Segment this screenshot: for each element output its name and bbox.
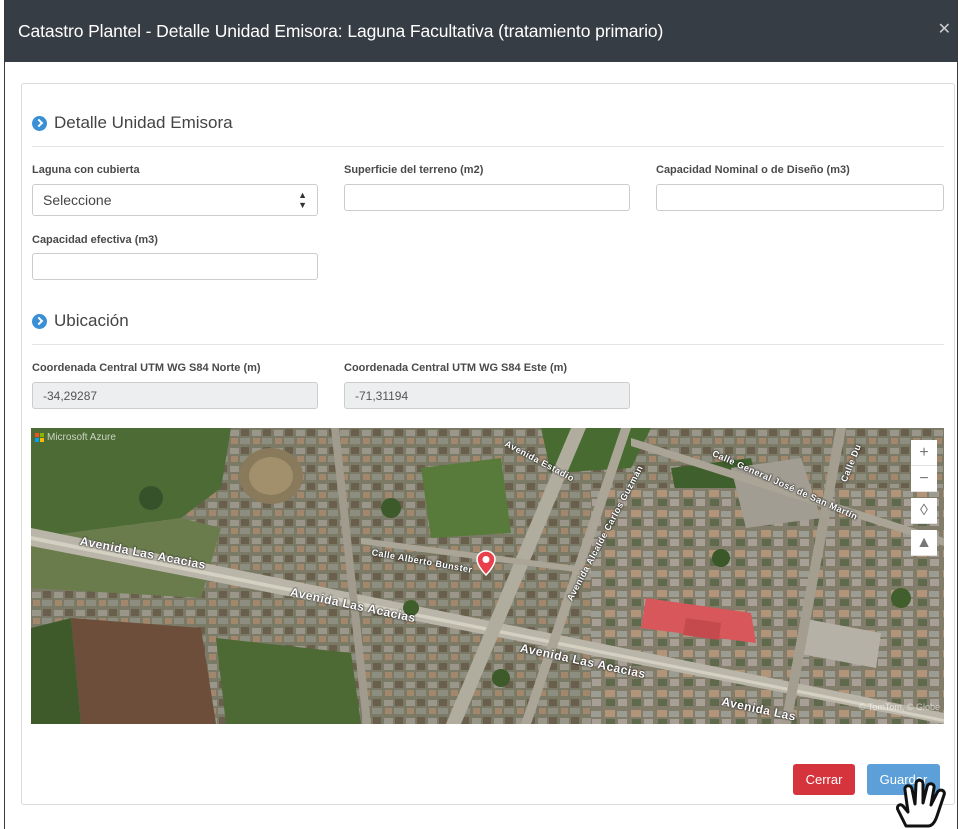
section-title-text: Detalle Unidad Emisora <box>54 113 233 132</box>
close-icon[interactable]: ✕ <box>938 22 951 38</box>
label-superficie: Superficie del terreno (m2) <box>344 164 484 176</box>
capacidad-efectiva-input[interactable] <box>32 253 318 280</box>
label-capacidad-nominal: Capacidad Nominal o de Diseño (m3) <box>656 164 850 176</box>
zoom-in-button[interactable]: + <box>911 440 937 466</box>
form-panel: Detalle Unidad Emisora Laguna con cubier… <box>21 83 955 805</box>
label-capacidad-efectiva: Capacidad efectiva (m3) <box>32 234 158 246</box>
map-brand-text: Microsoft Azure <box>47 432 116 443</box>
label-este: Coordenada Central UTM WG S84 Este (m) <box>344 362 568 374</box>
rotate-compass-button[interactable]: ◊ <box>911 498 937 524</box>
chevron-right-icon <box>32 115 47 131</box>
laguna-cubierta-select[interactable]: Seleccione ▲ ▼ <box>32 184 318 216</box>
divider <box>32 344 944 345</box>
map-brand: Microsoft Azure <box>35 432 116 443</box>
modal-title: Catastro Plantel - Detalle Unidad Emisor… <box>18 20 664 41</box>
modal-header: Catastro Plantel - Detalle Unidad Emisor… <box>5 0 957 62</box>
sort-caret-icon: ▲ ▼ <box>298 190 307 210</box>
section-title-ubicacion: Ubicación <box>32 311 129 331</box>
section-title-text: Ubicación <box>54 311 129 330</box>
map-imagery <box>31 428 944 724</box>
zoom-out-button[interactable]: − <box>911 466 937 492</box>
modal-dialog: Catastro Plantel - Detalle Unidad Emisor… <box>4 0 958 829</box>
label-norte: Coordenada Central UTM WG S84 Norte (m) <box>32 362 261 374</box>
pitch-button[interactable]: ▲ <box>911 530 937 556</box>
divider <box>32 146 944 147</box>
label-laguna-cubierta: Laguna con cubierta <box>32 164 140 176</box>
este-input[interactable]: -71,31194 <box>344 382 630 409</box>
select-value: Seleccione <box>43 192 112 208</box>
section-title-detalle: Detalle Unidad Emisora <box>32 113 233 133</box>
microsoft-logo-icon <box>35 433 44 442</box>
map-attribution: © TomTom, © Globe <box>858 702 940 712</box>
capacidad-nominal-input[interactable] <box>656 184 944 211</box>
chevron-right-icon <box>32 313 47 329</box>
hand-pointer-icon <box>892 776 954 829</box>
superficie-input[interactable] <box>344 184 630 211</box>
norte-input[interactable]: -34,29287 <box>32 382 318 409</box>
cerrar-button[interactable]: Cerrar <box>793 764 855 795</box>
satellite-map[interactable]: Microsoft Azure Avenida Las Acacias Aven… <box>31 428 944 724</box>
location-pin-icon[interactable] <box>476 550 496 576</box>
map-controls: + − ◊ ▲ <box>911 440 937 556</box>
